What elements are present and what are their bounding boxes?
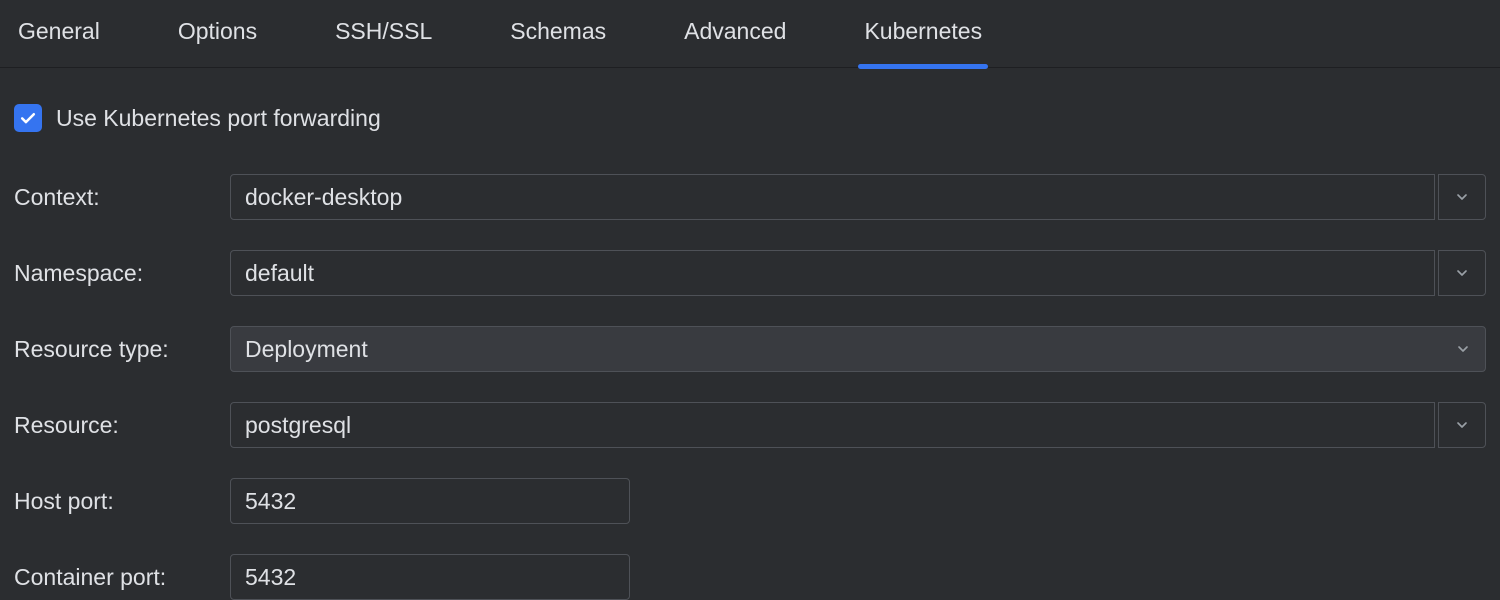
resource-combobox — [230, 402, 1486, 448]
context-dropdown-button[interactable] — [1438, 174, 1486, 220]
host-port-label: Host port: — [14, 488, 224, 515]
use-port-forwarding-label: Use Kubernetes port forwarding — [56, 105, 381, 132]
resource-type-label: Resource type: — [14, 336, 224, 363]
container-port-input[interactable] — [230, 554, 630, 600]
resource-label: Resource: — [14, 412, 224, 439]
tab-bar: General Options SSH/SSL Schemas Advanced… — [0, 0, 1500, 68]
namespace-label: Namespace: — [14, 260, 224, 287]
context-combobox — [230, 174, 1486, 220]
namespace-input[interactable] — [230, 250, 1435, 296]
tab-options[interactable]: Options — [174, 16, 261, 65]
chevron-down-icon — [1454, 417, 1470, 433]
context-input[interactable] — [230, 174, 1435, 220]
namespace-combobox — [230, 250, 1486, 296]
tab-advanced[interactable]: Advanced — [680, 16, 790, 65]
context-label: Context: — [14, 184, 224, 211]
port-forwarding-row: Use Kubernetes port forwarding — [14, 104, 1486, 132]
check-icon — [18, 108, 38, 128]
container-port-cell — [230, 554, 1486, 600]
chevron-down-icon — [1454, 265, 1470, 281]
tab-schemas[interactable]: Schemas — [506, 16, 610, 65]
chevron-down-icon — [1454, 189, 1470, 205]
resource-dropdown-button[interactable] — [1438, 402, 1486, 448]
resource-type-select[interactable]: Deployment — [230, 326, 1486, 372]
resource-type-value: Deployment — [245, 336, 368, 363]
tab-ssh-ssl[interactable]: SSH/SSL — [331, 16, 436, 65]
tab-general[interactable]: General — [14, 16, 104, 65]
chevron-down-icon — [1455, 341, 1471, 357]
container-port-label: Container port: — [14, 564, 224, 591]
host-port-cell — [230, 478, 1486, 524]
resource-input[interactable] — [230, 402, 1435, 448]
tab-kubernetes[interactable]: Kubernetes — [860, 16, 986, 65]
use-port-forwarding-checkbox[interactable] — [14, 104, 42, 132]
host-port-input[interactable] — [230, 478, 630, 524]
namespace-dropdown-button[interactable] — [1438, 250, 1486, 296]
kubernetes-form: Use Kubernetes port forwarding Context: … — [0, 68, 1500, 600]
